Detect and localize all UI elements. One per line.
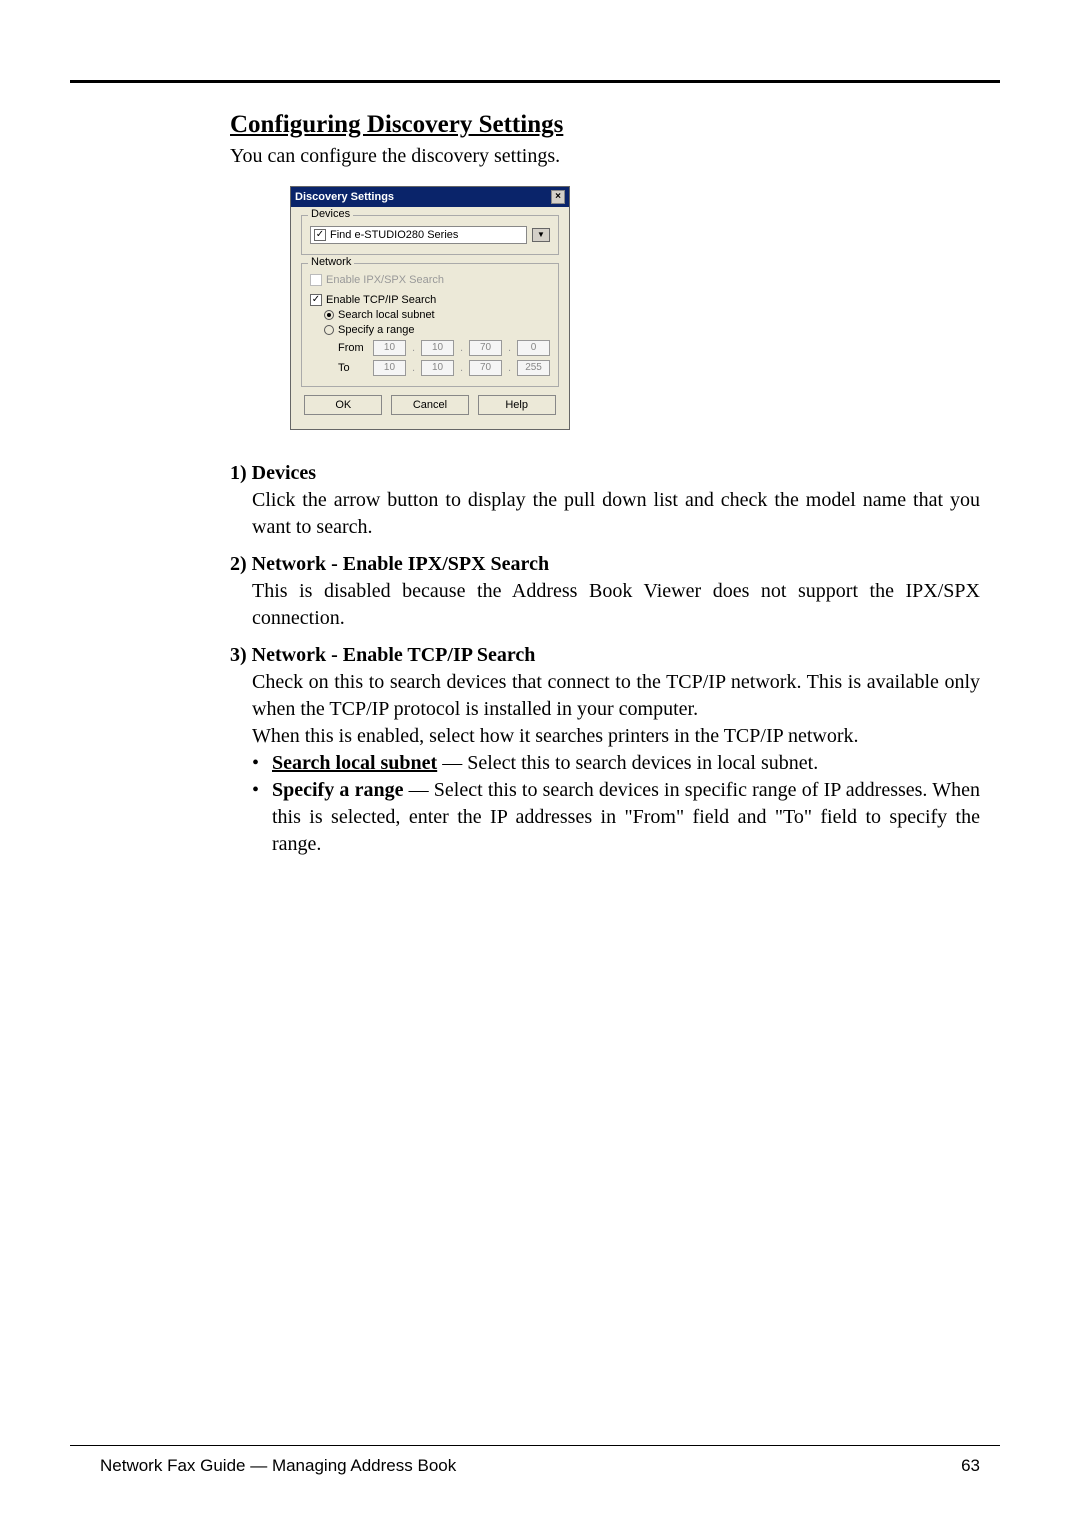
- def-ipxspx-lead: 2) Network - Enable IPX/SPX Search: [230, 551, 980, 578]
- ipxspx-label: Enable IPX/SPX Search: [326, 274, 444, 286]
- from-ip-row: From 10 . 10 . 70 . 0: [338, 340, 550, 356]
- page-number: 63: [961, 1456, 980, 1476]
- def-devices: 1) Devices Click the arrow button to dis…: [230, 460, 980, 541]
- from-ip-3[interactable]: 70: [469, 340, 502, 356]
- dialog-titlebar: Discovery Settings ×: [291, 187, 569, 207]
- def-tcpip-lead: 3) Network - Enable TCP/IP Search: [230, 642, 980, 669]
- search-local-subnet-label: Search local subnet: [338, 309, 435, 321]
- search-local-subnet-radio[interactable]: [324, 310, 334, 320]
- ipxspx-checkbox: [310, 274, 322, 286]
- network-group: Network Enable IPX/SPX Search ✓ Enable T…: [301, 263, 559, 387]
- bullet-search-local-subnet: • Search local subnet — Select this to s…: [252, 750, 980, 777]
- ok-button[interactable]: OK: [304, 395, 382, 415]
- to-ip-4[interactable]: 255: [517, 360, 550, 376]
- footer-left: Network Fax Guide — Managing Address Boo…: [100, 1456, 456, 1476]
- from-ip-1[interactable]: 10: [373, 340, 406, 356]
- tcpip-checkbox[interactable]: ✓: [310, 294, 322, 306]
- def-devices-lead: 1) Devices: [230, 460, 980, 487]
- to-label: To: [338, 362, 367, 374]
- bullet-b1-bold: Search local subnet: [272, 752, 437, 774]
- def-devices-body: Click the arrow button to display the pu…: [252, 487, 980, 541]
- def-tcpip: 3) Network - Enable TCP/IP Search Check …: [230, 642, 980, 858]
- cancel-button[interactable]: Cancel: [391, 395, 469, 415]
- to-ip-3[interactable]: 70: [469, 360, 502, 376]
- network-legend: Network: [308, 256, 354, 268]
- def-tcpip-body2: When this is enabled, select how it sear…: [252, 723, 980, 750]
- def-tcpip-body1: Check on this to search devices that con…: [252, 669, 980, 723]
- devices-legend: Devices: [308, 208, 353, 220]
- devices-dropdown-button[interactable]: ▼: [532, 228, 550, 242]
- find-device-checkbox[interactable]: ✓: [314, 229, 326, 241]
- from-ip-2[interactable]: 10: [421, 340, 454, 356]
- section-heading: Configuring Discovery Settings: [230, 111, 980, 139]
- bullet-b2-bold: Specify a range: [272, 779, 403, 801]
- to-ip-row: To 10 . 10 . 70 . 255: [338, 360, 550, 376]
- dialog-title-text: Discovery Settings: [295, 191, 394, 203]
- bullet-icon: •: [252, 750, 272, 777]
- bottom-rule: [70, 1445, 1000, 1446]
- bullet-specify-range: • Specify a range — Select this to searc…: [252, 777, 980, 858]
- def-ipxspx-body: This is disabled because the Address Boo…: [252, 578, 980, 632]
- bullet-b1-rest: — Select this to search devices in local…: [437, 752, 818, 774]
- bullet-icon: •: [252, 777, 272, 858]
- def-ipxspx: 2) Network - Enable IPX/SPX Search This …: [230, 551, 980, 632]
- main-content: Configuring Discovery Settings You can c…: [230, 111, 980, 858]
- from-ip-4[interactable]: 0: [517, 340, 550, 356]
- to-ip-1[interactable]: 10: [373, 360, 406, 376]
- tcpip-label: Enable TCP/IP Search: [326, 294, 436, 306]
- specify-range-radio[interactable]: [324, 325, 334, 335]
- intro-text: You can configure the discovery settings…: [230, 145, 980, 168]
- top-rule: [70, 80, 1000, 83]
- help-button[interactable]: Help: [478, 395, 556, 415]
- close-icon[interactable]: ×: [551, 190, 565, 204]
- discovery-settings-dialog: Discovery Settings × Devices ✓ Find e-ST…: [290, 186, 980, 430]
- to-ip-2[interactable]: 10: [421, 360, 454, 376]
- page-footer: Network Fax Guide — Managing Address Boo…: [100, 1445, 980, 1476]
- specify-range-label: Specify a range: [338, 324, 414, 336]
- devices-group: Devices ✓ Find e-STUDIO280 Series ▼: [301, 215, 559, 255]
- find-device-label: Find e-STUDIO280 Series: [330, 229, 458, 241]
- from-label: From: [338, 342, 367, 354]
- definitions-list: 1) Devices Click the arrow button to dis…: [230, 460, 980, 858]
